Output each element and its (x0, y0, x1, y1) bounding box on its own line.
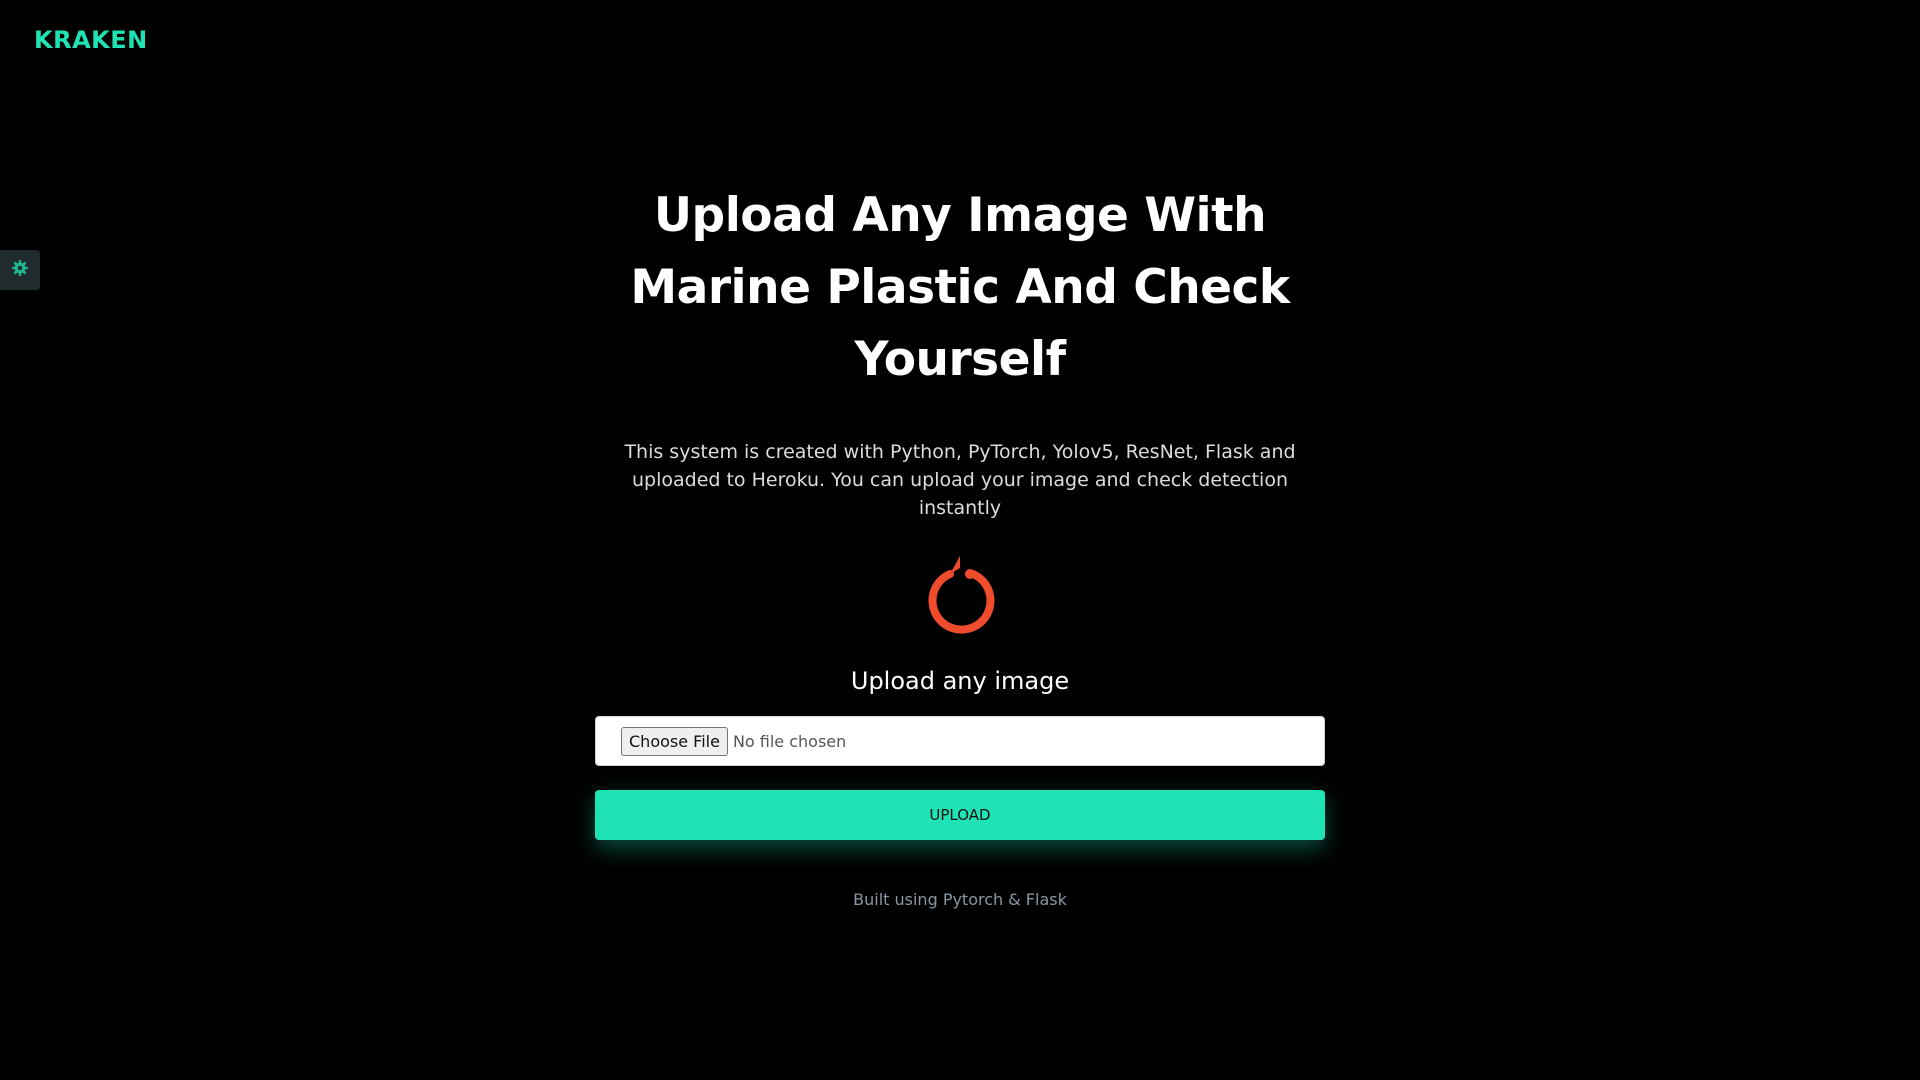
page-title: Upload Any Image With Marine Plastic And… (595, 180, 1325, 396)
page-title-line: Upload Any Image With (653, 188, 1267, 243)
settings-toggle-button[interactable] (0, 250, 40, 290)
file-status-text: No file chosen (732, 731, 847, 751)
pytorch-logo-icon (920, 552, 1000, 644)
description-text: This system is created with Python, PyTo… (595, 438, 1325, 522)
upload-button[interactable]: UPLOAD (595, 790, 1325, 840)
page-title-line: Marine Plastic And Check (630, 260, 1290, 315)
description-line: This system is created with Python, PyTo… (624, 441, 1296, 463)
file-input[interactable]: Choose File No file chosen (595, 716, 1325, 766)
footer-note: Built using Pytorch & Flask (853, 890, 1067, 909)
choose-file-button[interactable]: Choose File (621, 726, 728, 756)
brand-logo[interactable]: KRAKEN (34, 26, 148, 54)
upload-label: Upload any image (850, 667, 1070, 695)
logo-container (595, 552, 1325, 644)
description-line: uploaded to Heroku. You can upload your … (631, 469, 1289, 519)
page-title-line: Yourself (854, 332, 1066, 387)
gear-icon (11, 259, 29, 282)
upload-section: Upload Any Image With Marine Plastic And… (595, 180, 1325, 909)
